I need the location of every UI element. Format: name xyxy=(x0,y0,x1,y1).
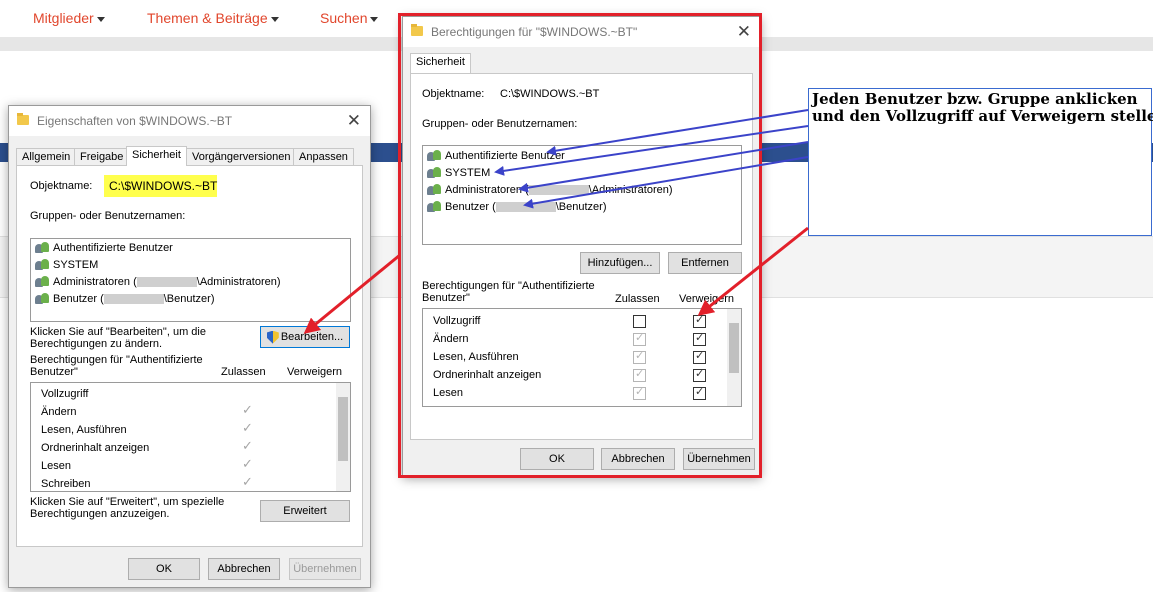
edit-hint-1: Klicken Sie auf "Bearbeiten", um die xyxy=(30,326,206,338)
permission-row: Ändern xyxy=(41,406,77,418)
tab-allgemein[interactable]: Allgemein xyxy=(16,148,77,166)
user-label-suffix: \Administratoren) xyxy=(196,276,281,288)
col-deny: Verweigern xyxy=(287,366,343,378)
security-panel: Objektname: C:\$WINDOWS.~BT Gruppen- ode… xyxy=(16,165,363,547)
users-icon xyxy=(35,259,50,271)
perm-for-2: Benutzer" xyxy=(30,366,78,378)
user-label-suffix: \Benutzer) xyxy=(163,293,215,305)
list-item[interactable]: Administratoren ( \Administratoren) xyxy=(35,276,281,288)
groups-label: Gruppen- oder Benutzernamen: xyxy=(30,210,186,222)
perm-for-1: Berechtigungen für "Authentifizierte xyxy=(30,354,203,366)
properties-titlebar: Eigenschaften von $WINDOWS.~BT ✕ xyxy=(9,106,370,136)
scroll-thumb[interactable] xyxy=(338,397,348,461)
permission-row: Lesen, Ausführen xyxy=(41,424,127,436)
nav-mitglieder[interactable]: Mitglieder xyxy=(33,10,105,26)
user-label: Benutzer ( xyxy=(53,293,104,305)
redacted-name xyxy=(103,294,164,305)
tab-vorgaengerversionen[interactable]: Vorgängerversionen xyxy=(186,148,297,166)
nav-suchen-label: Suchen xyxy=(320,10,368,26)
nav-mitglieder-label: Mitglieder xyxy=(33,10,94,26)
permission-row: Lesen xyxy=(41,460,71,472)
user-label: Administratoren ( xyxy=(53,276,137,288)
list-item[interactable]: Authentifizierte Benutzer xyxy=(35,242,173,254)
annotation-line-1: Jeden Benutzer bzw. Gruppe anklicken xyxy=(812,90,1138,108)
properties-title: Eigenschaften von $WINDOWS.~BT xyxy=(37,114,233,128)
tab-freigabe[interactable]: Freigabe xyxy=(74,148,130,166)
nav-themen[interactable]: Themen & Beiträge xyxy=(147,10,279,26)
permission-row: Vollzugriff xyxy=(41,388,89,400)
ok-button[interactable]: OK xyxy=(128,558,200,580)
advanced-hint-1: Klicken Sie auf "Erweitert", um speziell… xyxy=(30,496,225,508)
allow-check-icon: ✓ xyxy=(242,438,253,453)
properties-dialog: Eigenschaften von $WINDOWS.~BT ✕ Allgeme… xyxy=(8,105,371,588)
nav-suchen[interactable]: Suchen xyxy=(320,10,379,26)
redacted-name xyxy=(136,277,197,288)
users-list: Authentifizierte Benutzer SYSTEM Adminis… xyxy=(30,238,351,322)
annotation-line-2: und den Vollzugriff auf Verweigern stell… xyxy=(812,107,1153,125)
permissions-list: Vollzugriff Ändern Lesen, Ausführen Ordn… xyxy=(30,382,351,492)
user-label: SYSTEM xyxy=(53,259,99,271)
allow-check-icon: ✓ xyxy=(242,402,253,417)
allow-check-icon: ✓ xyxy=(242,420,253,435)
edit-button[interactable]: Bearbeiten... xyxy=(260,326,350,348)
allow-check-icon: ✓ xyxy=(242,474,253,489)
allow-check-icon: ✓ xyxy=(242,456,253,471)
object-label: Objektname: xyxy=(30,180,93,192)
advanced-button[interactable]: Erweitert xyxy=(260,500,350,522)
permission-row: Ordnerinhalt anzeigen xyxy=(41,442,150,454)
advanced-hint-2: Berechtigungen anzuzeigen. xyxy=(30,508,170,520)
edit-hint-2: Berechtigungen zu ändern. xyxy=(30,338,163,350)
user-label: Authentifizierte Benutzer xyxy=(53,242,173,254)
highlight-frame xyxy=(398,13,762,478)
annotation-box: Jeden Benutzer bzw. Gruppe anklicken und… xyxy=(808,88,1153,236)
nav-themen-label: Themen & Beiträge xyxy=(147,10,268,26)
caret-down-icon xyxy=(370,16,379,22)
caret-down-icon xyxy=(270,16,279,22)
tab-sicherheit[interactable]: Sicherheit xyxy=(410,53,471,73)
users-icon xyxy=(35,293,50,305)
object-value: C:\$WINDOWS.~BT xyxy=(109,179,218,193)
permission-row: Schreiben xyxy=(41,478,91,490)
tab-sicherheit[interactable]: Sicherheit xyxy=(126,146,187,166)
cancel-button[interactable]: Abbrechen xyxy=(208,558,280,580)
permissions-scrollbar[interactable] xyxy=(336,383,350,491)
apply-button[interactable]: Übernehmen xyxy=(289,558,361,580)
list-item[interactable]: SYSTEM xyxy=(35,259,98,271)
caret-down-icon xyxy=(96,16,105,22)
users-icon xyxy=(35,276,50,288)
close-icon[interactable]: ✕ xyxy=(347,111,361,131)
folder-icon xyxy=(17,113,29,125)
users-icon xyxy=(35,242,50,254)
list-item[interactable]: Benutzer ( \Benutzer) xyxy=(35,293,215,305)
col-allow: Zulassen xyxy=(221,366,266,378)
edit-button-label: Bearbeiten... xyxy=(280,331,344,343)
tab-anpassen[interactable]: Anpassen xyxy=(293,148,354,166)
shield-icon xyxy=(266,330,279,344)
